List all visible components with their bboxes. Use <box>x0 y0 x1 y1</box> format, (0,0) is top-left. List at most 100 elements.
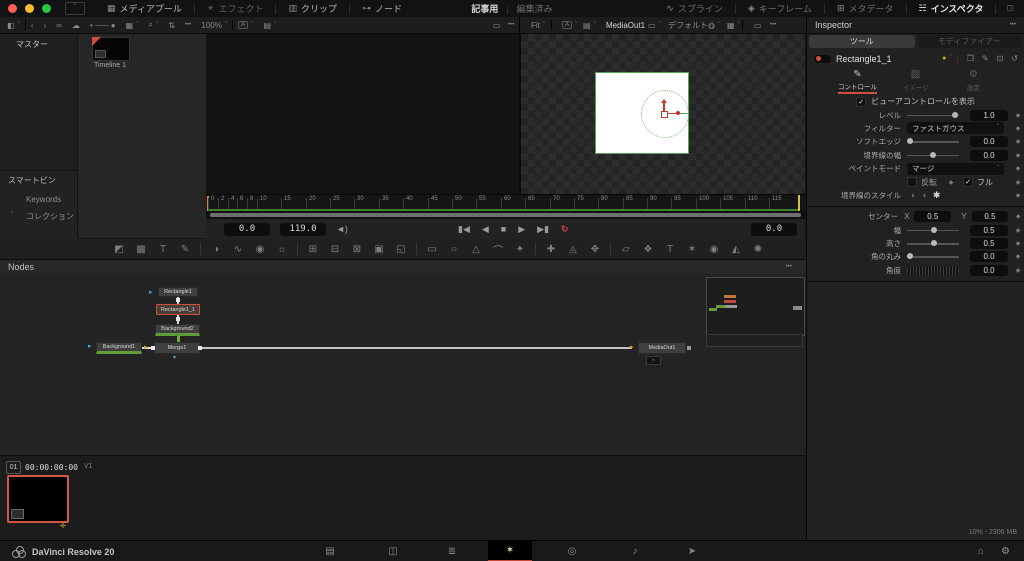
node-enable-toggle[interactable] <box>814 55 831 63</box>
rectangle-mask-tool-icon[interactable]: ▭ <box>421 244 443 255</box>
viewer-fit-select[interactable]: Fitˇ <box>531 21 545 30</box>
corner-radius-slider[interactable] <box>907 252 959 261</box>
center-handle[interactable] <box>661 111 668 118</box>
angle-keyframe-icon[interactable]: ◆ <box>1012 267 1024 274</box>
window-dropdown-icon[interactable]: ˇ <box>65 2 85 15</box>
viewer-lut-icon[interactable]: ◍ˇ <box>708 21 720 30</box>
wire-pad[interactable] <box>176 317 180 321</box>
spline-toggle[interactable]: ∿ スプライン <box>654 0 735 17</box>
width-slider[interactable] <box>907 226 959 235</box>
reset-icon[interactable]: ↺ <box>1011 55 1018 63</box>
background-tool-icon[interactable]: ◩ <box>108 244 130 255</box>
clip-color-icon[interactable]: ▤ˇ <box>264 21 277 30</box>
search-icon[interactable]: ⌕ˇ <box>149 20 159 30</box>
page-media[interactable]: ▤ <box>308 541 352 561</box>
page-fusion-active[interactable]: ✶ <box>488 541 532 561</box>
sort-icon[interactable]: ⇅ <box>168 21 175 30</box>
last-frame-button[interactable]: ▶▮ <box>537 224 549 235</box>
node-mediaout1[interactable]: MediaOut1 <box>638 342 686 354</box>
pin-icon[interactable]: ✎ <box>982 55 989 63</box>
level-slider[interactable] <box>907 111 959 120</box>
center-y-field[interactable]: 0.5 <box>972 211 1009 222</box>
center-keyframe-icon[interactable]: ◆ <box>1012 213 1024 220</box>
node-graph[interactable]: ▸ Rectangle1 Rectangle1_1 Background2 ▸ … <box>0 274 806 455</box>
media-pool-toggle[interactable]: ▦ メディアプール <box>95 0 194 17</box>
level-value-field[interactable]: 1.0 <box>970 110 1008 121</box>
border-style-keyframe-icon[interactable]: ◆ <box>1012 192 1024 199</box>
back-icon[interactable]: ‹ <box>31 21 34 30</box>
invert-keyframe-icon[interactable]: ◆ <box>945 179 957 186</box>
planar-tracker-tool-icon[interactable]: ◬ <box>562 244 584 255</box>
show-viewer-controls-checkbox[interactable]: ✓ <box>856 97 866 107</box>
shape-3d-tool-icon[interactable]: ❖ <box>637 244 659 255</box>
left-viewer[interactable] <box>206 34 521 194</box>
right-viewer[interactable] <box>521 34 805 194</box>
viewer-mode-select[interactable]: デフォルトˇ <box>668 20 713 31</box>
width-keyframe-icon[interactable]: ◆ <box>1012 227 1024 234</box>
cloud-icon[interactable]: ☁ <box>72 21 80 30</box>
border-width-slider[interactable] <box>907 151 959 160</box>
wire-pad[interactable] <box>687 346 691 350</box>
text-3d-tool-icon[interactable]: T <box>659 244 681 255</box>
wire-pad[interactable] <box>176 298 180 302</box>
smart-bin-collections[interactable]: › コレクション <box>0 204 77 222</box>
invert-checkbox[interactable]: ✓ <box>907 177 917 187</box>
filter-dropdown[interactable]: ファストガウスˇ <box>907 122 1004 134</box>
effects-toggle[interactable]: ✴ エフェクト <box>195 0 276 17</box>
height-slider[interactable] <box>907 239 959 248</box>
viewer-channel-icon[interactable]: ▭ˇ <box>648 21 661 30</box>
soft-edge-value-field[interactable]: 0.0 <box>970 136 1008 147</box>
camera-tracker-tool-icon[interactable]: ✥ <box>584 244 606 255</box>
viewer-grid-icon[interactable]: ▦ˇ <box>727 21 740 30</box>
expand-arrow-icon[interactable]: › <box>11 210 13 216</box>
tab-tools[interactable]: ツール <box>809 35 915 48</box>
bin-more-icon[interactable]: ••• <box>185 22 191 28</box>
delta-keyer-tool-icon[interactable]: ▣ <box>368 244 390 255</box>
particles-tool-icon[interactable]: ✺ <box>747 244 769 255</box>
height-value-field[interactable]: 0.5 <box>970 238 1008 249</box>
subtab-settings[interactable]: ⚙ 設定 <box>952 69 996 93</box>
inspector-toggle[interactable]: ☵ インスペクタ <box>907 0 996 17</box>
ellipse-mask-tool-icon[interactable]: ○ <box>443 244 465 255</box>
node-color-chevron-icon[interactable]: ˇ <box>949 55 951 62</box>
polygon-mask-tool-icon[interactable]: △ <box>465 244 487 255</box>
brightness-contrast-tool-icon[interactable]: ☼ <box>271 244 293 255</box>
border-width-value-field[interactable]: 0.0 <box>970 150 1008 161</box>
soft-edge-keyframe-icon[interactable]: ◆ <box>1012 138 1024 145</box>
viewer-frame-icon[interactable]: ▭ <box>493 21 501 30</box>
level-keyframe-icon[interactable]: ◆ <box>1012 112 1024 119</box>
page-fairlight[interactable]: ♪ <box>613 541 657 561</box>
lock-icon[interactable]: ⊡ <box>997 55 1004 63</box>
image-plane-3d-tool-icon[interactable]: ▱ <box>615 244 637 255</box>
node-background2[interactable]: Background2 <box>155 324 200 336</box>
keyframe-marker-icon[interactable]: ✛ <box>60 522 66 530</box>
smart-bin-keywords[interactable]: Keywords <box>0 186 77 204</box>
viewer-node-name[interactable]: MediaOut1 <box>606 21 645 30</box>
inspector-more-icon[interactable]: ••• <box>1010 22 1016 28</box>
timeline-ruler[interactable]: 0 2 4 6 8 10 15 20 25 30 35 40 45 50 55 <box>206 194 805 212</box>
forward-icon[interactable]: › <box>44 21 47 30</box>
play-button[interactable]: ▶ <box>518 224 525 235</box>
keyframes-toggle[interactable]: ◈ キーフレーム <box>736 0 824 17</box>
color-curves-tool-icon[interactable]: ∿ <box>227 244 249 255</box>
range-in-field[interactable]: 0.0 <box>224 223 270 236</box>
tab-modifiers[interactable]: モディファイアー <box>917 35 1023 48</box>
stop-button[interactable]: ■ <box>501 224 506 234</box>
play-reverse-button[interactable]: ◀ <box>482 224 489 235</box>
matte-control-tool-icon[interactable]: ⊠ <box>346 244 368 255</box>
nodes-more-icon[interactable]: ••• <box>786 264 792 270</box>
audio-mute-icon[interactable]: ◄) <box>336 224 348 234</box>
angle-value-field[interactable]: 0.0 <box>970 265 1008 276</box>
merge-tool-icon[interactable]: ⊞ <box>302 244 324 255</box>
paint-tool-icon[interactable]: ✎ <box>174 244 196 255</box>
page-cut[interactable]: ◫ <box>371 541 415 561</box>
thumb-size-slider[interactable]: •● <box>90 21 116 30</box>
corner-radius-keyframe-icon[interactable]: ◆ <box>1012 253 1024 260</box>
zoom-level-select[interactable]: 100%ˇ <box>201 21 227 30</box>
page-edit[interactable]: ≣ <box>430 541 474 561</box>
cap-style-3-icon[interactable]: ✱ <box>933 191 941 200</box>
width-value-field[interactable]: 0.5 <box>970 225 1008 236</box>
clips-toggle[interactable]: ▥ クリップ <box>276 0 349 17</box>
timeline-clip-label[interactable]: Timeline 1 <box>78 62 142 69</box>
border-width-keyframe-icon[interactable]: ◆ <box>1012 152 1024 159</box>
